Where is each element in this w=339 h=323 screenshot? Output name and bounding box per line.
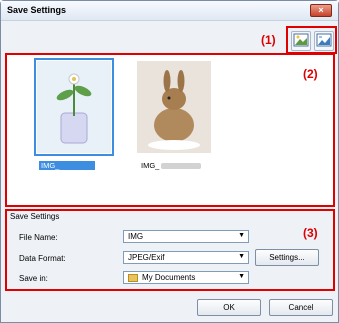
file-name-value: IMG [128,232,144,241]
save-in-label: Save in: [19,274,48,283]
redacted-filename [161,163,202,170]
data-format-label: Data Format: [19,254,66,263]
flower-image [37,61,111,153]
thumbnail-2-name: IMG_ [141,161,160,170]
dropdown-arrow-icon: ▼ [238,253,245,260]
callout-1: (1) [261,33,276,47]
view-large-thumbnails-button[interactable] [291,31,311,51]
data-format-value: JPEG/Exif [128,253,165,262]
dialog-title: Save Settings [7,5,67,15]
image-view-icon [293,33,309,47]
callout-2: (2) [303,67,318,81]
thumbnail-2[interactable] [137,61,211,153]
image-list-icon [316,33,332,47]
title-bar: Save Settings × [1,1,338,21]
file-name-label: File Name: [19,233,58,242]
thumbnail-1-name: IMG_ [41,161,60,170]
save-in-value: My Documents [142,273,196,282]
data-format-select[interactable]: JPEG/Exif ▼ [123,251,249,264]
thumbnail-pane[interactable]: (2) IMG_ IMG_ [7,55,333,205]
close-button[interactable]: × [310,4,332,17]
dropdown-arrow-icon: ▼ [238,232,245,239]
ok-button[interactable]: OK [197,299,261,316]
thumbnail-1-label: IMG_ [39,161,96,170]
view-list-button[interactable] [314,31,334,51]
thumbnail-1[interactable] [34,58,114,156]
file-name-combo[interactable]: IMG ▼ [123,230,249,243]
callout-3: (3) [303,226,318,240]
dropdown-arrow-icon: ▼ [238,273,245,280]
thumbnail-2-label: IMG_ [141,161,202,170]
cancel-button[interactable]: Cancel [269,299,333,316]
settings-button[interactable]: Settings... [255,249,319,266]
save-in-select[interactable]: My Documents ▼ [123,271,249,284]
close-icon: × [318,5,324,15]
section-title: Save Settings [10,212,60,221]
save-settings-dialog: Save Settings × (1) (2) IMG_ IMG_ Save S… [0,0,339,323]
rabbit-image [137,61,211,153]
folder-icon [128,274,138,282]
